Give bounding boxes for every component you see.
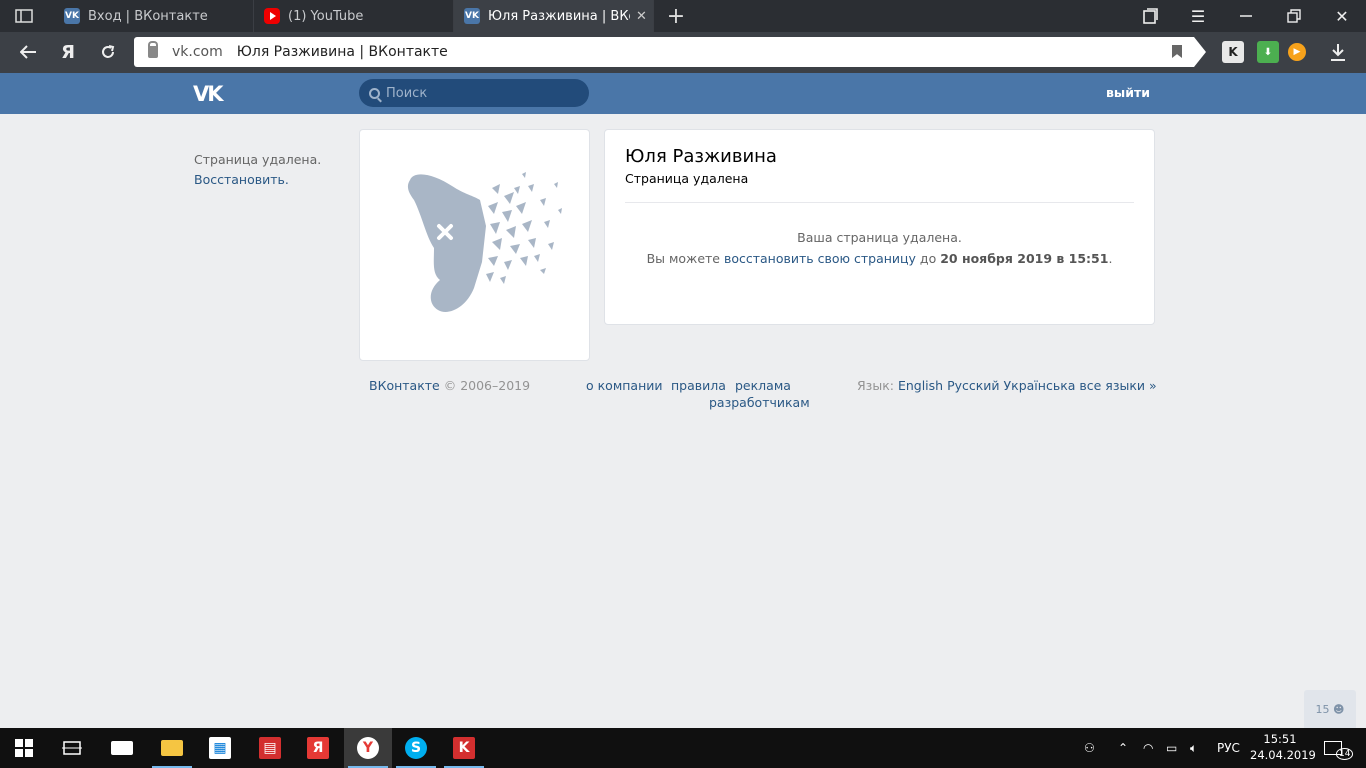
- wifi-icon[interactable]: ◠: [1143, 728, 1153, 768]
- browser-address-row: Я vk.com Юля Разживина | ВКонтакте K ⬇ ▶: [0, 32, 1366, 73]
- reader-icon[interactable]: ▤: [246, 728, 294, 768]
- battery-icon[interactable]: ▭: [1166, 728, 1177, 768]
- yandex-app-icon[interactable]: Я: [294, 728, 342, 768]
- browser-tab-bar: VK Вход | ВКонтакте (1) YouTube VK Юля Р…: [0, 0, 1366, 32]
- tab-profile[interactable]: VK Юля Разживина | ВКонтакте ✕: [454, 0, 654, 32]
- footer-link-ads: реклама: [735, 378, 791, 393]
- logout-link[interactable]: выйти: [1106, 85, 1150, 100]
- message-prefix: Вы можете: [646, 251, 720, 266]
- vk-header: VK Поиск выйти: [0, 73, 1366, 114]
- address-bar[interactable]: vk.com Юля Разживина | ВКонтакте: [134, 37, 1206, 67]
- task-view-icon[interactable]: [48, 728, 96, 768]
- vk-icon: VK: [464, 8, 480, 24]
- lock-icon: [148, 41, 158, 58]
- search-icon: [369, 87, 380, 99]
- footer-ads-link[interactable]: реклама: [735, 378, 791, 393]
- footer-brand-link[interactable]: ВКонтакте: [369, 378, 440, 393]
- left-note: Страница удалена. Восстановить.: [194, 150, 321, 190]
- restore-message: Вы можете восстановить свою страницу до …: [605, 251, 1154, 266]
- language-english[interactable]: English: [898, 378, 943, 393]
- restore-page-link[interactable]: восстановить свою страницу: [724, 251, 916, 266]
- divider: [625, 202, 1134, 203]
- tab-youtube[interactable]: (1) YouTube: [254, 0, 454, 32]
- language-indicator[interactable]: РУС: [1217, 728, 1240, 768]
- bookmark-icon[interactable]: [1172, 45, 1182, 58]
- message-end: .: [1108, 251, 1113, 266]
- media-extension-icon[interactable]: ▶: [1288, 43, 1306, 61]
- tab-title: (1) YouTube: [288, 8, 364, 24]
- language-label: Язык:: [857, 378, 894, 393]
- user-icon: ☻: [1333, 702, 1345, 716]
- tab-title: Юля Разживина | ВКонтакте: [488, 8, 630, 24]
- language-all[interactable]: все языки »: [1079, 378, 1156, 393]
- collections-icon[interactable]: [1138, 4, 1162, 28]
- profile-name: Юля Разживина: [625, 146, 777, 167]
- reload-icon[interactable]: [96, 40, 120, 64]
- windows-taskbar: ▦ ▤ Я Y S K ⚇ ⌃ ◠ ▭ 🔈︎ РУС 15:51 24.04.2…: [0, 728, 1366, 768]
- vk-icon: VK: [64, 8, 80, 24]
- search-placeholder: Поиск: [386, 85, 428, 101]
- yandex-button[interactable]: Я: [56, 40, 80, 64]
- clock-time: 15:51: [1263, 732, 1297, 746]
- deleted-dog-icon: [407, 172, 562, 312]
- back-arrow-icon[interactable]: [16, 40, 40, 64]
- profile-info-card: Юля Разживина Страница удалена Ваша стра…: [604, 129, 1155, 325]
- clock[interactable]: 15:51 24.04.2019: [1250, 731, 1316, 763]
- mail-icon[interactable]: [98, 728, 146, 768]
- start-button[interactable]: [0, 728, 48, 768]
- footer-link-dev: разработчикам: [709, 395, 810, 410]
- footer-copyright: ВКонтакте © 2006–2019: [369, 378, 530, 393]
- downloads-icon[interactable]: [1326, 40, 1350, 64]
- url-domain: vk.com: [172, 44, 223, 60]
- close-window-icon[interactable]: ✕: [1330, 4, 1354, 28]
- footer-developers-link[interactable]: разработчикам: [709, 395, 810, 410]
- chevron-up-icon[interactable]: ⌃: [1118, 728, 1128, 768]
- restore-icon[interactable]: [1282, 4, 1306, 28]
- minimize-icon[interactable]: [1234, 4, 1258, 28]
- sidebar-toggle-icon[interactable]: [14, 6, 34, 26]
- footer-link-rules: правила: [671, 378, 726, 393]
- language-ukrainian[interactable]: Українська: [1004, 378, 1076, 393]
- skype-icon[interactable]: S: [392, 728, 440, 768]
- footer-about-link[interactable]: о компании: [586, 378, 663, 393]
- profile-photo-card: [359, 129, 590, 361]
- store-icon[interactable]: ▦: [196, 728, 244, 768]
- kaspersky-icon[interactable]: K: [440, 728, 488, 768]
- deleted-note: Страница удалена.: [194, 152, 322, 167]
- savefrom-extension-icon[interactable]: ⬇: [1257, 41, 1279, 63]
- kaspersky-extension-icon[interactable]: K: [1222, 41, 1244, 63]
- footer-link-about: о компании: [586, 378, 663, 393]
- tab-title: Вход | ВКонтакте: [88, 8, 208, 24]
- clock-date: 24.04.2019: [1250, 748, 1316, 762]
- vk-logo[interactable]: VK: [193, 82, 229, 106]
- youtube-icon: [264, 8, 280, 24]
- language-russian[interactable]: Русский: [947, 378, 999, 393]
- restore-link[interactable]: Восстановить.: [194, 170, 321, 190]
- url-page-title: Юля Разживина | ВКонтакте: [236, 44, 448, 60]
- copyright-text: © 2006–2019: [443, 378, 531, 393]
- tab-vk-login[interactable]: VK Вход | ВКонтакте: [54, 0, 254, 32]
- volume-icon[interactable]: 🔈︎: [1190, 728, 1197, 768]
- menu-icon[interactable]: ☰: [1186, 4, 1210, 28]
- file-explorer-icon[interactable]: [148, 728, 196, 768]
- online-counter[interactable]: 15 ☻: [1304, 690, 1356, 728]
- restore-deadline: 20 ноября 2019 в 15:51: [940, 251, 1109, 266]
- new-tab-icon[interactable]: +: [666, 4, 686, 29]
- notifications-icon[interactable]: 14: [1324, 728, 1354, 768]
- message-mid: до: [919, 251, 937, 266]
- counter-value: 15: [1315, 702, 1330, 716]
- close-tab-icon[interactable]: ✕: [636, 9, 647, 24]
- windows-icon: [15, 739, 33, 757]
- people-icon[interactable]: ⚇: [1084, 728, 1095, 768]
- profile-status: Страница удалена: [625, 171, 749, 186]
- footer-languages: Язык: English Русский Українська все язы…: [857, 378, 1157, 393]
- footer-rules-link[interactable]: правила: [671, 378, 726, 393]
- yandex-browser-icon[interactable]: Y: [344, 728, 392, 768]
- deleted-message: Ваша страница удалена.: [797, 230, 962, 245]
- search-input[interactable]: Поиск: [359, 79, 589, 107]
